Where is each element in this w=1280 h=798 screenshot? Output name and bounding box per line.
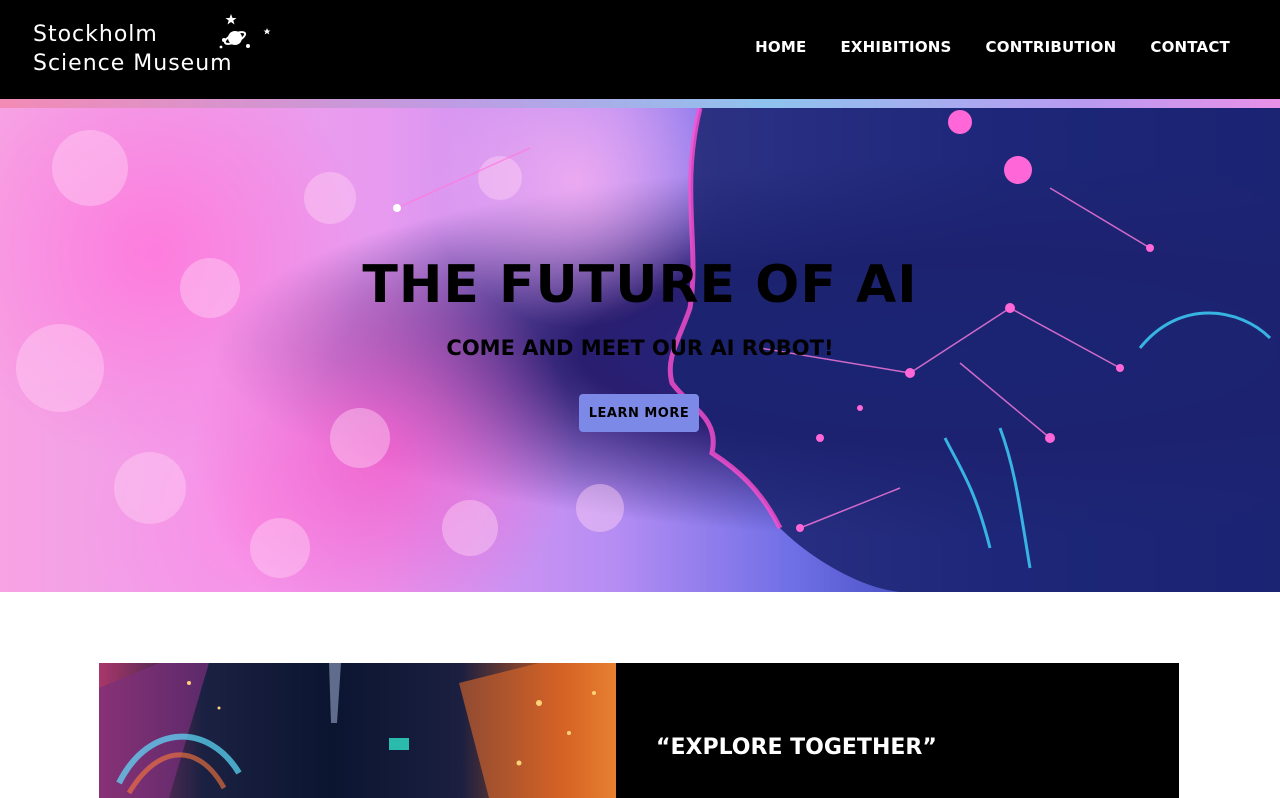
exhibition-image bbox=[99, 663, 616, 798]
hero-content: THE FUTURE OF AI COME AND MEET OUR AI RO… bbox=[0, 108, 1280, 592]
nav-home[interactable]: HOME bbox=[755, 38, 806, 56]
nav-contact[interactable]: CONTACT bbox=[1150, 38, 1230, 56]
hero-banner: THE FUTURE OF AI COME AND MEET OUR AI RO… bbox=[0, 108, 1280, 592]
gradient-divider bbox=[0, 99, 1280, 108]
nav-exhibitions[interactable]: EXHIBITIONS bbox=[840, 38, 951, 56]
main-nav: HOME EXHIBITIONS CONTRIBUTION CONTACT bbox=[755, 38, 1230, 56]
hero-title: THE FUTURE OF AI bbox=[362, 255, 918, 315]
planet-icon bbox=[219, 14, 271, 49]
feature-title: “EXPLORE TOGETHER” bbox=[656, 735, 937, 760]
logo-text-line1: Stockholm bbox=[33, 22, 158, 47]
learn-more-button[interactable]: LEARN MORE bbox=[579, 394, 699, 432]
hero-subtitle: COME AND MEET OUR AI ROBOT! bbox=[446, 336, 834, 360]
nav-contribution[interactable]: CONTRIBUTION bbox=[986, 38, 1117, 56]
feature-panel: “EXPLORE TOGETHER” bbox=[616, 663, 1179, 798]
site-header: Stockholm Science Museum HOME EXHIBITION… bbox=[0, 0, 1280, 99]
museum-logo[interactable]: Stockholm Science Museum bbox=[33, 14, 283, 84]
